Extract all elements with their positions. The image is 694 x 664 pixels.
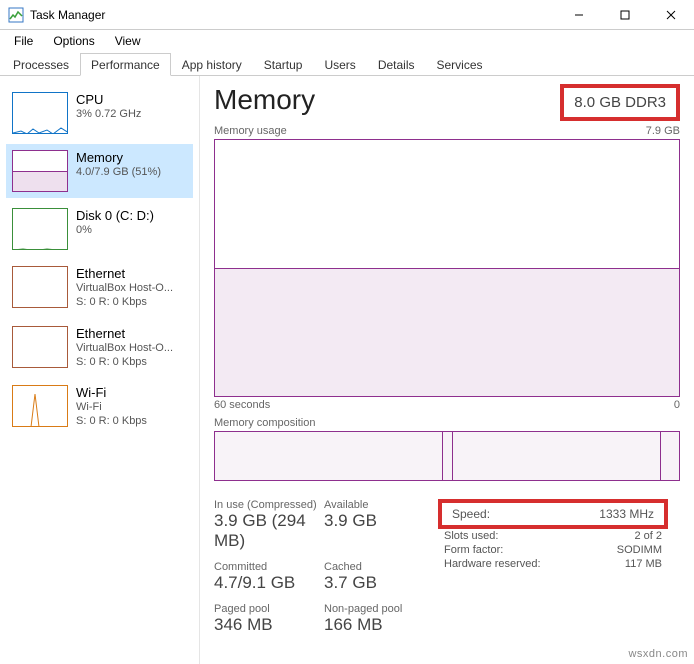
memory-label: Memory: [76, 150, 161, 165]
tab-users[interactable]: Users: [313, 53, 366, 75]
close-button[interactable]: [648, 0, 694, 30]
maximize-button[interactable]: [602, 0, 648, 30]
reserved-label: Hardware reserved:: [444, 558, 541, 570]
form-row: Form factor: SODIMM: [438, 543, 668, 557]
menubar: File Options View: [0, 30, 694, 52]
sidebar-item-cpu[interactable]: CPU 3% 0.72 GHz: [6, 86, 193, 140]
wifi-stat2: S: 0 R: 0 Kbps: [76, 414, 147, 428]
minimize-button[interactable]: [556, 0, 602, 30]
menu-options[interactable]: Options: [43, 32, 104, 50]
performance-sidebar: CPU 3% 0.72 GHz Memory 4.0/7.9 GB (51%) …: [0, 76, 200, 664]
paged-label: Paged pool: [214, 603, 324, 615]
axis-left: 60 seconds: [214, 399, 270, 411]
available-value: 3.9 GB: [324, 511, 434, 531]
speed-row: Speed: 1333 MHz: [438, 499, 668, 529]
tab-processes[interactable]: Processes: [2, 53, 80, 75]
paged-value: 346 MB: [214, 615, 324, 635]
sidebar-item-ethernet-1[interactable]: Ethernet VirtualBox Host-O... S: 0 R: 0 …: [6, 260, 193, 316]
taskmgr-icon: [8, 7, 24, 23]
memory-composition-chart: [214, 431, 680, 481]
eth2-stat1: VirtualBox Host-O...: [76, 341, 173, 355]
eth1-label: Ethernet: [76, 266, 173, 281]
wifi-stat1: Wi-Fi: [76, 400, 147, 414]
nonpaged-label: Non-paged pool: [324, 603, 434, 615]
eth1-stat1: VirtualBox Host-O...: [76, 281, 173, 295]
eth2-mini-chart: [12, 326, 68, 368]
eth1-mini-chart: [12, 266, 68, 308]
memory-stat: 4.0/7.9 GB (51%): [76, 165, 161, 179]
disk-label: Disk 0 (C: D:): [76, 208, 154, 223]
speed-value: 1333 MHz: [599, 507, 654, 521]
committed-value: 4.7/9.1 GB: [214, 573, 324, 593]
sidebar-item-memory[interactable]: Memory 4.0/7.9 GB (51%): [6, 144, 193, 198]
form-label: Form factor:: [444, 544, 503, 556]
tab-details[interactable]: Details: [367, 53, 426, 75]
reserved-row: Hardware reserved: 117 MB: [438, 557, 668, 571]
form-value: SODIMM: [617, 544, 662, 556]
sidebar-item-ethernet-2[interactable]: Ethernet VirtualBox Host-O... S: 0 R: 0 …: [6, 320, 193, 376]
eth2-stat2: S: 0 R: 0 Kbps: [76, 355, 173, 369]
page-title: Memory: [214, 84, 315, 116]
tab-bar: Processes Performance App history Startu…: [0, 52, 694, 76]
cached-label: Cached: [324, 561, 434, 573]
cached-value: 3.7 GB: [324, 573, 434, 593]
disk-mini-chart: [12, 208, 68, 250]
usage-chart-max: 7.9 GB: [646, 125, 680, 137]
slots-label: Slots used:: [444, 530, 498, 542]
tab-services[interactable]: Services: [426, 53, 494, 75]
memory-mini-chart: [12, 150, 68, 192]
usage-chart-label: Memory usage: [214, 125, 287, 137]
tab-startup[interactable]: Startup: [253, 53, 314, 75]
inuse-value: 3.9 GB (294 MB): [214, 511, 324, 551]
cpu-mini-chart: [12, 92, 68, 134]
eth2-label: Ethernet: [76, 326, 173, 341]
cpu-label: CPU: [76, 92, 141, 107]
slots-row: Slots used: 2 of 2: [438, 529, 668, 543]
available-label: Available: [324, 499, 434, 511]
watermark: wsxdn.com: [628, 648, 688, 660]
sidebar-item-wifi[interactable]: Wi-Fi Wi-Fi S: 0 R: 0 Kbps: [6, 379, 193, 435]
memory-capacity: 8.0 GB DDR3: [560, 84, 680, 121]
memory-usage-chart: [214, 139, 680, 397]
window-title: Task Manager: [30, 8, 556, 22]
axis-right: 0: [674, 399, 680, 411]
speed-label: Speed:: [452, 507, 490, 521]
menu-file[interactable]: File: [4, 32, 43, 50]
slots-value: 2 of 2: [634, 530, 662, 542]
wifi-mini-chart: [12, 385, 68, 427]
committed-label: Committed: [214, 561, 324, 573]
composition-label: Memory composition: [214, 417, 315, 429]
sidebar-item-disk[interactable]: Disk 0 (C: D:) 0%: [6, 202, 193, 256]
wifi-label: Wi-Fi: [76, 385, 147, 400]
nonpaged-value: 166 MB: [324, 615, 434, 635]
menu-view[interactable]: View: [105, 32, 151, 50]
memory-detail-panel: Memory 8.0 GB DDR3 Memory usage 7.9 GB 6…: [200, 76, 694, 664]
cpu-stat: 3% 0.72 GHz: [76, 107, 141, 121]
disk-stat: 0%: [76, 223, 154, 237]
reserved-value: 117 MB: [625, 558, 662, 570]
tab-performance[interactable]: Performance: [80, 53, 171, 76]
tab-app-history[interactable]: App history: [171, 53, 253, 75]
inuse-label: In use (Compressed): [214, 499, 324, 511]
window-titlebar: Task Manager: [0, 0, 694, 30]
eth1-stat2: S: 0 R: 0 Kbps: [76, 295, 173, 309]
